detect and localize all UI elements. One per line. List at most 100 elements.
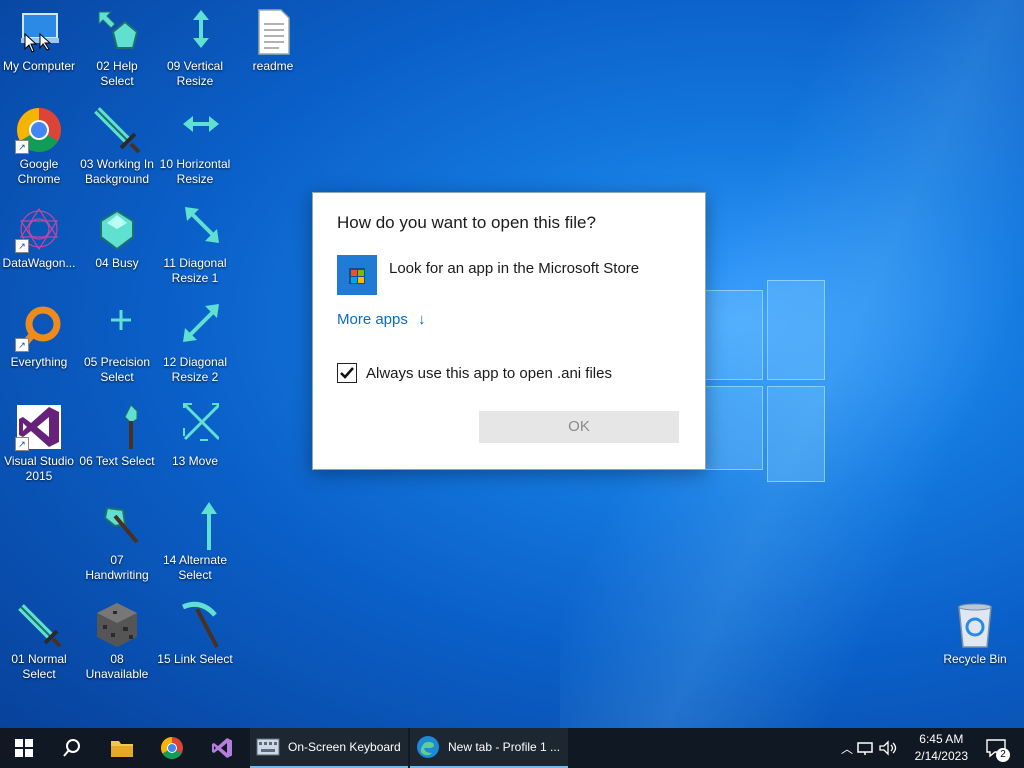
clock-date: 2/14/2023 — [914, 749, 968, 763]
microsoft-store-icon — [337, 255, 377, 295]
chrome-icon: ↗ — [15, 106, 63, 154]
horizontal-resize-arrow-icon — [171, 106, 219, 154]
desktop-icon-help-select[interactable]: 02 Help Select — [79, 8, 155, 89]
icon-label: 03 Working In Background — [80, 157, 154, 186]
icon-label: 01 Normal Select — [11, 652, 67, 681]
desktop-icon-google-chrome[interactable]: ↗ Google Chrome — [1, 106, 77, 187]
taskbar-app-on-screen-keyboard[interactable]: On-Screen Keyboard — [250, 728, 408, 768]
icon-label: 11 Diagonal Resize 1 — [163, 256, 227, 285]
taskbar-clock[interactable]: 6:45 AM 2/14/2023 — [915, 731, 968, 765]
shortcut-arrow-icon: ↗ — [15, 239, 29, 253]
icon-label: Visual Studio 2015 — [4, 454, 74, 483]
desktop-icon-diagonal-resize-2[interactable]: 12 Diagonal Resize 2 — [157, 304, 233, 385]
desktop-icon-vertical-resize[interactable]: 09 Vertical Resize — [157, 8, 233, 89]
clock-time: 6:45 AM — [919, 732, 964, 746]
chevron-up-icon[interactable]: ︿ — [838, 740, 856, 757]
keyboard-icon — [256, 738, 280, 756]
windows-start-icon — [15, 739, 33, 757]
desktop-icon-handwriting[interactable]: 07 Handwriting — [79, 502, 155, 583]
recycle-bin-icon — [951, 601, 999, 649]
diamond-axe-icon — [93, 502, 141, 550]
taskbar: On-Screen Keyboard New tab - Profile 1 .… — [0, 728, 1024, 768]
desktop-icon-readme[interactable]: readme — [235, 8, 311, 74]
desktop-icon-precision-select[interactable]: 05 Precision Select — [79, 304, 155, 385]
notification-center-button[interactable]: 2 — [976, 728, 1016, 768]
desktop-icon-move[interactable]: 13 Move — [157, 403, 233, 469]
taskbar-app-edge[interactable]: New tab - Profile 1 ... — [410, 728, 568, 768]
icon-label: My Computer — [2, 59, 76, 73]
chrome-taskbar-button[interactable] — [148, 728, 196, 768]
icon-label: Everything — [10, 355, 68, 369]
store-option[interactable]: Look for an app in the Microsoft Store — [337, 255, 639, 295]
icon-label: 04 Busy — [95, 256, 139, 270]
store-option-label: Look for an app in the Microsoft Store — [389, 259, 640, 277]
visual-studio-icon: ↗ — [15, 403, 63, 451]
search-button[interactable] — [48, 728, 96, 768]
dialog-title: How do you want to open this file? — [337, 213, 596, 232]
notification-count-badge: 2 — [996, 748, 1010, 762]
diagonal-resize-arrow-icon — [171, 205, 219, 253]
diamond-sword-icon — [93, 106, 141, 154]
shortcut-arrow-icon: ↗ — [15, 338, 29, 352]
desktop-icon-horizontal-resize[interactable]: 10 Horizontal Resize — [157, 106, 233, 187]
more-apps-label: More apps — [337, 311, 408, 328]
icon-label: 06 Text Select — [79, 454, 155, 468]
desktop-icon-alternate-select[interactable]: 14 Alternate Select — [157, 502, 233, 583]
desktop-icon-my-computer[interactable]: My Computer — [1, 8, 77, 74]
everything-search-icon: ↗ — [15, 304, 63, 352]
icon-label: Google Chrome — [17, 157, 61, 186]
system-tray: ︿ — [838, 728, 900, 768]
desktop-icon-link-select[interactable]: 15 Link Select — [157, 601, 233, 667]
icon-label: 10 Horizontal Resize — [159, 157, 231, 186]
diamond-shovel-icon — [93, 403, 141, 451]
desktop-icon-recycle-bin[interactable]: Recycle Bin — [937, 601, 1013, 667]
icon-label: 02 Help Select — [96, 59, 138, 88]
search-icon — [63, 739, 80, 757]
icon-label: readme — [252, 59, 294, 73]
icon-label: 14 Alternate Select — [162, 553, 228, 582]
visual-studio-taskbar-button[interactable] — [198, 728, 246, 768]
desktop-icon-datawagon[interactable]: ↗ DataWagon... — [1, 205, 77, 271]
move-arrows-icon — [171, 403, 221, 451]
desktop-icon-normal-select[interactable]: 01 Normal Select — [1, 601, 77, 682]
desktop-icon-busy[interactable]: 04 Busy — [79, 205, 155, 271]
bedrock-block-icon — [93, 601, 141, 649]
crosshair-icon — [93, 304, 141, 352]
diagonal-resize-arrow-icon — [171, 304, 219, 352]
chrome-icon — [161, 737, 183, 759]
desktop-icon-text-select[interactable]: 06 Text Select — [79, 403, 155, 469]
shortcut-arrow-icon: ↗ — [15, 437, 29, 451]
more-apps-link[interactable]: More apps ↓ — [337, 311, 426, 328]
network-icon[interactable] — [856, 740, 874, 756]
icon-label: 07 Handwriting — [85, 553, 149, 582]
shortcut-arrow-icon: ↗ — [15, 140, 29, 154]
desktop-icon-everything[interactable]: ↗ Everything — [1, 304, 77, 370]
edge-icon — [417, 736, 439, 758]
mouse-pointer-icon — [24, 33, 38, 53]
checkmark-icon — [340, 367, 354, 379]
icon-label: Recycle Bin — [943, 652, 1007, 666]
icon-label: 05 Precision Select — [83, 355, 151, 384]
desktop-icon-working-background[interactable]: 03 Working In Background — [79, 106, 155, 187]
ok-button[interactable]: OK — [479, 411, 679, 443]
start-button[interactable] — [0, 728, 48, 768]
diamond-sword-icon — [15, 601, 63, 649]
visual-studio-icon — [212, 738, 232, 758]
datawagon-icon: ↗ — [15, 205, 63, 253]
help-select-cursor-icon — [93, 8, 141, 56]
taskbar-app-label: New tab - Profile 1 ... — [448, 740, 561, 754]
up-arrow-icon — [171, 502, 219, 550]
file-explorer-button[interactable] — [98, 728, 146, 768]
volume-icon[interactable] — [878, 740, 900, 756]
desktop-icon-diagonal-resize-1[interactable]: 11 Diagonal Resize 1 — [157, 205, 233, 286]
always-use-row[interactable]: Always use this app to open .ani files — [337, 363, 612, 383]
open-with-dialog: How do you want to open this file? Look … — [312, 192, 706, 470]
always-use-checkbox[interactable] — [337, 363, 357, 383]
vertical-resize-arrow-icon — [171, 8, 219, 56]
desktop-icon-unavailable[interactable]: 08 Unavailable — [79, 601, 155, 682]
windows-logo-wallpaper — [705, 280, 825, 482]
desktop-icon-visual-studio[interactable]: ↗ Visual Studio 2015 — [1, 403, 77, 484]
folder-icon — [111, 741, 133, 757]
icon-label: 12 Diagonal Resize 2 — [162, 355, 228, 384]
arrow-down-icon: ↓ — [418, 311, 426, 328]
